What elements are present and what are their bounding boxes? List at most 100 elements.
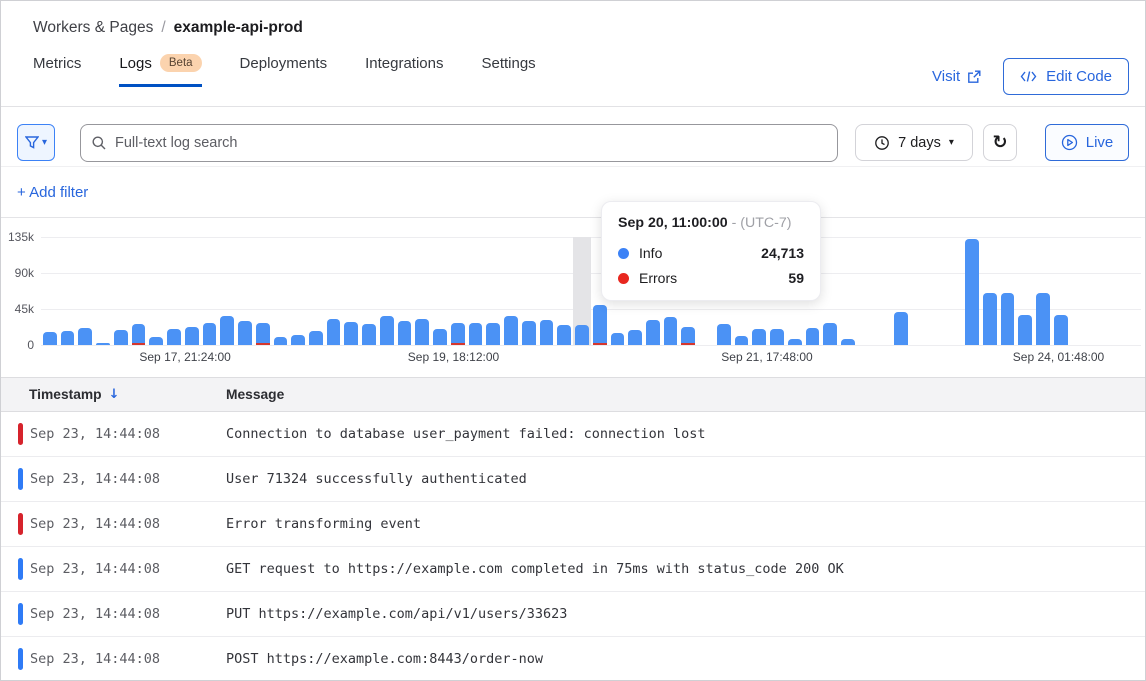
info-bar-segment xyxy=(1001,293,1015,345)
log-row[interactable]: Sep 23, 14:44:08User 71324 successfully … xyxy=(1,457,1145,502)
info-level-indicator xyxy=(18,468,23,490)
log-volume-chart: 135k90k45k0Sep 17, 21:24:00Sep 19, 18:12… xyxy=(1,218,1145,368)
info-bar-segment xyxy=(114,330,128,345)
chart-bar-slot[interactable] xyxy=(892,237,910,345)
refresh-button[interactable]: ↻ xyxy=(983,124,1017,161)
info-bar-segment xyxy=(522,321,536,345)
chart-bar-slot[interactable] xyxy=(413,237,431,345)
chart-bar-slot[interactable] xyxy=(147,237,165,345)
chart-bar-slot[interactable] xyxy=(484,237,502,345)
code-icon xyxy=(1020,70,1037,83)
log-row[interactable]: Sep 23, 14:44:08Connection to database u… xyxy=(1,412,1145,457)
chart-bar-slot[interactable] xyxy=(538,237,556,345)
chart-bar-slot[interactable] xyxy=(378,237,396,345)
tooltip-title: Sep 20, 11:00:00 - (UTC-7) xyxy=(618,215,804,231)
error-level-indicator xyxy=(18,513,23,535)
chart-bar-slot[interactable] xyxy=(839,237,857,345)
gridline xyxy=(41,345,1141,346)
chart-bar-slot[interactable] xyxy=(431,237,449,345)
chart-bar-slot[interactable] xyxy=(963,237,981,345)
live-button[interactable]: Live xyxy=(1045,124,1129,161)
sort-descending-icon: ↓ xyxy=(109,388,120,401)
chart-bar-slot[interactable] xyxy=(981,237,999,345)
chart-bar-slot[interactable] xyxy=(1016,237,1034,345)
info-bar-segment xyxy=(78,328,92,345)
column-header-timestamp[interactable]: Timestamp ↓ xyxy=(29,387,226,402)
info-bar-segment xyxy=(593,305,607,345)
log-row[interactable]: Sep 23, 14:44:08POST https://example.com… xyxy=(1,637,1145,681)
page-header: Workers & Pages / example-api-prod Metri… xyxy=(1,1,1145,107)
info-bar-segment xyxy=(309,331,323,345)
filter-dropdown-button[interactable]: ▾ xyxy=(17,124,55,161)
info-bar-segment xyxy=(380,316,394,345)
chart-bar-slot[interactable] xyxy=(1052,237,1070,345)
log-row[interactable]: Sep 23, 14:44:08Error transforming event xyxy=(1,502,1145,547)
chart-bar-slot[interactable] xyxy=(218,237,236,345)
chart-bar-slot[interactable] xyxy=(289,237,307,345)
info-bar-segment xyxy=(983,293,997,345)
chart-bar-slot[interactable] xyxy=(520,237,538,345)
tab-integrations[interactable]: Integrations xyxy=(365,54,443,86)
visit-link[interactable]: Visit xyxy=(932,68,981,85)
x-axis-tick-label: Sep 19, 18:12:00 xyxy=(408,350,499,364)
chart-bar-slot[interactable] xyxy=(112,237,130,345)
tab-settings[interactable]: Settings xyxy=(481,54,535,86)
chart-bar-slot[interactable] xyxy=(201,237,219,345)
chart-bar-slot[interactable] xyxy=(467,237,485,345)
info-bar-segment xyxy=(717,324,731,345)
chart-bar-slot[interactable] xyxy=(307,237,325,345)
chart-bar-slot[interactable] xyxy=(130,237,148,345)
log-row[interactable]: Sep 23, 14:44:08GET request to https://e… xyxy=(1,547,1145,592)
search-input[interactable] xyxy=(80,124,838,162)
tab-deployments[interactable]: Deployments xyxy=(240,54,328,86)
tab-logs[interactable]: LogsBeta xyxy=(119,54,201,86)
time-range-dropdown[interactable]: 7 days ▾ xyxy=(855,124,973,161)
log-timestamp: Sep 23, 14:44:08 xyxy=(30,606,226,622)
chart-bar-slot[interactable] xyxy=(76,237,94,345)
x-axis-tick-label: Sep 24, 01:48:00 xyxy=(1013,350,1104,364)
y-axis-tick-label: 0 xyxy=(27,338,34,352)
chart-bar-slot[interactable] xyxy=(236,237,254,345)
logs-table: Timestamp ↓ Message Sep 23, 14:44:08Conn… xyxy=(1,377,1145,681)
chart-bar-slot[interactable] xyxy=(342,237,360,345)
info-level-indicator xyxy=(18,648,23,670)
info-bar-segment xyxy=(894,312,908,345)
chart-bar-slot[interactable] xyxy=(821,237,839,345)
chart-bar-slot[interactable] xyxy=(396,237,414,345)
errors-bar-segment xyxy=(681,343,695,345)
chart-bar-slot[interactable] xyxy=(555,237,573,345)
chart-bar-slot[interactable] xyxy=(449,237,467,345)
chart-bar-slot[interactable] xyxy=(41,237,59,345)
beta-badge: Beta xyxy=(160,54,202,72)
breadcrumb-section[interactable]: Workers & Pages xyxy=(33,19,153,37)
chart-bar-slot[interactable] xyxy=(1034,237,1052,345)
info-bar-segment xyxy=(628,330,642,345)
errors-bar-segment xyxy=(132,343,146,345)
search-wrap xyxy=(80,124,838,162)
edit-code-button[interactable]: Edit Code xyxy=(1003,58,1129,95)
tooltip-series-value: 24,713 xyxy=(761,245,804,261)
info-dot-icon xyxy=(618,248,629,259)
log-row[interactable]: Sep 23, 14:44:08PUT https://example.com/… xyxy=(1,592,1145,637)
info-bar-segment xyxy=(770,329,784,345)
info-bar-segment xyxy=(504,316,518,345)
workers-logs-page: Workers & Pages / example-api-prod Metri… xyxy=(0,0,1146,681)
chart-bar-slot[interactable] xyxy=(272,237,290,345)
chart-bar-slot[interactable] xyxy=(59,237,77,345)
chart-bar-slot[interactable] xyxy=(183,237,201,345)
chart-bar-slot[interactable] xyxy=(360,237,378,345)
chart-bar-slot[interactable] xyxy=(94,237,112,345)
tab-label: Settings xyxy=(481,55,535,72)
tab-metrics[interactable]: Metrics xyxy=(33,54,81,86)
chart-bar-slot[interactable] xyxy=(254,237,272,345)
chart-bar-slot[interactable] xyxy=(325,237,343,345)
errors-bar-segment xyxy=(256,343,270,345)
add-filter-button[interactable]: + Add filter xyxy=(17,184,88,201)
info-bar-segment xyxy=(415,319,429,345)
chart-bar-slot[interactable] xyxy=(502,237,520,345)
chart-bar-hovered[interactable] xyxy=(573,237,591,345)
chart-bar-slot[interactable] xyxy=(999,237,1017,345)
chart-bar-slot[interactable] xyxy=(165,237,183,345)
info-bar-segment xyxy=(646,320,660,345)
info-bar-segment xyxy=(238,321,252,345)
